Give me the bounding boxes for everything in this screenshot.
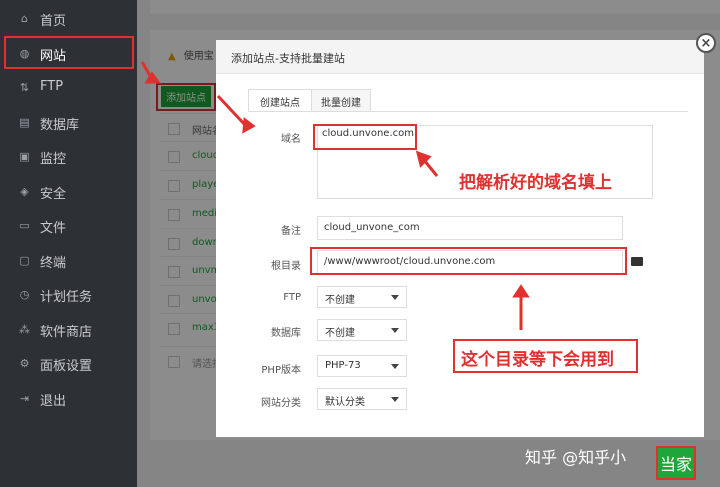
arrow-head [242,117,256,134]
annotation-arrows [140,61,530,330]
arrow-to-domain [216,94,248,128]
arrow-head [512,284,530,298]
confirm-button[interactable]: 当家 [656,446,696,480]
close-icon[interactable]: × [696,33,716,53]
arrow-domain-annotation [422,159,439,177]
watermark-text: 知乎 @知乎小 [525,448,627,467]
